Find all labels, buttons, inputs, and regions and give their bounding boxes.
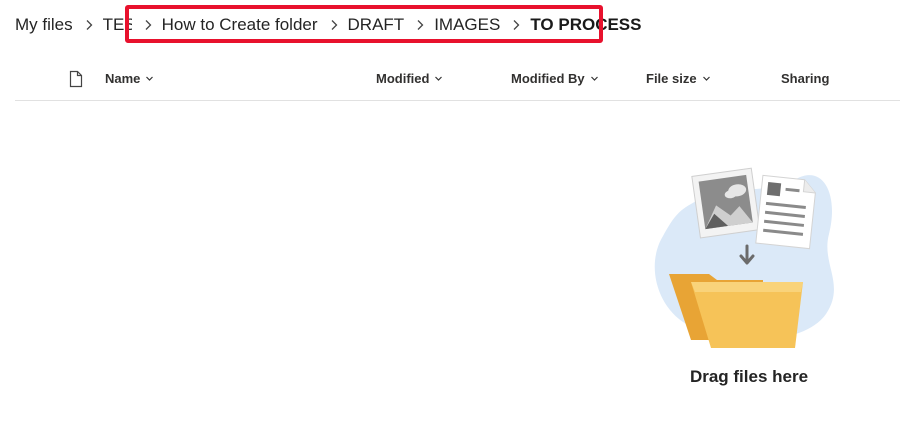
file-browser: My files TEST How to Create folder DRAFT… xyxy=(0,0,900,438)
breadcrumb-item-my-files[interactable]: My files xyxy=(15,15,73,35)
chevron-down-icon xyxy=(590,74,599,83)
column-modified-by[interactable]: Modified By xyxy=(511,71,599,86)
column-name-label: Name xyxy=(105,71,141,86)
breadcrumb-item-draft[interactable]: DRAFT xyxy=(348,15,405,35)
breadcrumb-item-test[interactable]: TEST xyxy=(103,15,132,35)
chevron-right-icon xyxy=(413,18,427,32)
column-sharing-label: Sharing xyxy=(781,71,830,86)
breadcrumb-item-how-to-create-folder[interactable]: How to Create folder xyxy=(162,15,318,35)
chevron-right-icon xyxy=(82,18,96,32)
chevron-right-icon xyxy=(141,18,155,32)
chevron-down-icon xyxy=(702,74,711,83)
column-name[interactable]: Name xyxy=(105,71,154,86)
chevron-down-icon xyxy=(145,74,154,83)
empty-folder-illustration xyxy=(651,164,846,354)
breadcrumb-current-folder: TO PROCESS xyxy=(530,15,642,34)
column-file-size-label: File size xyxy=(646,71,697,86)
breadcrumb-item-images[interactable]: IMAGES xyxy=(434,15,500,35)
breadcrumb: My files TEST How to Create folder DRAFT… xyxy=(15,12,641,38)
chevron-right-icon xyxy=(327,18,341,32)
chevron-down-icon xyxy=(434,74,443,83)
column-modified[interactable]: Modified xyxy=(376,71,443,86)
column-header-row: Name Modified Modified By File size Shar… xyxy=(15,60,900,101)
empty-state-message: Drag files here xyxy=(689,367,809,386)
file-type-icon[interactable] xyxy=(68,70,84,88)
column-modified-label: Modified xyxy=(376,71,430,86)
column-file-size[interactable]: File size xyxy=(646,71,711,86)
column-modified-by-label: Modified By xyxy=(511,71,585,86)
column-sharing[interactable]: Sharing xyxy=(781,71,829,86)
chevron-right-icon xyxy=(509,18,523,32)
